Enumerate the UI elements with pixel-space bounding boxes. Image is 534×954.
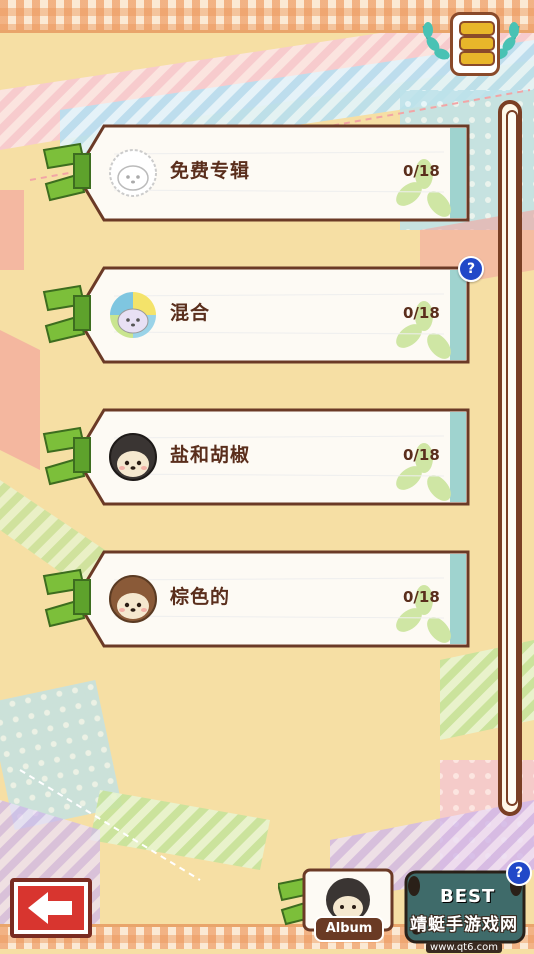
album-progress: 0/18 xyxy=(403,304,440,322)
album-progress: 0/18 xyxy=(403,588,440,606)
brown-hedgehog-icon xyxy=(109,575,157,623)
menu-button[interactable] xyxy=(420,8,522,80)
watermark-url: www.qt6.com xyxy=(426,942,502,953)
ribbon-icon xyxy=(42,142,91,202)
scrollbar[interactable] xyxy=(498,100,522,816)
best-label: BEST xyxy=(440,886,496,907)
ribbon-icon xyxy=(42,426,91,486)
album-progress: 0/18 xyxy=(403,446,440,464)
help-icon[interactable]: ? xyxy=(458,256,484,282)
back-button[interactable] xyxy=(10,878,92,938)
album-row-free[interactable]: 免费专辑 0/18 xyxy=(40,124,472,222)
scrollbar-thumb[interactable] xyxy=(506,110,518,806)
album-title: 混合 xyxy=(170,302,211,324)
menu-icon xyxy=(450,12,500,76)
album-title: 免费专辑 xyxy=(170,160,251,182)
watermark: 靖蜓手游戏网 www.qt6.com xyxy=(394,910,534,954)
back-arrow-icon xyxy=(28,892,72,924)
outline-hedgehog-icon xyxy=(109,149,157,197)
best-help-icon[interactable]: ? xyxy=(506,860,532,886)
album-title: 棕色的 xyxy=(170,586,231,608)
album-row-brown[interactable]: 棕色的 0/18 xyxy=(40,550,472,648)
watermark-title: 靖蜓手游戏网 xyxy=(410,915,518,935)
ribbon-icon xyxy=(42,568,91,628)
ribbon-icon xyxy=(42,284,91,344)
album-row-salt-pepper[interactable]: 盐和胡椒 0/18 xyxy=(40,408,472,506)
album-title: 盐和胡椒 xyxy=(170,444,251,466)
rainbow-hedgehog-icon xyxy=(110,292,156,338)
dark-hedgehog-icon xyxy=(109,433,157,481)
album-progress: 0/18 xyxy=(403,162,440,180)
album-label: Album xyxy=(314,916,384,942)
album-row-mixed[interactable]: 混合 0/18 ? xyxy=(40,256,484,364)
album-button[interactable]: Album xyxy=(278,866,398,942)
